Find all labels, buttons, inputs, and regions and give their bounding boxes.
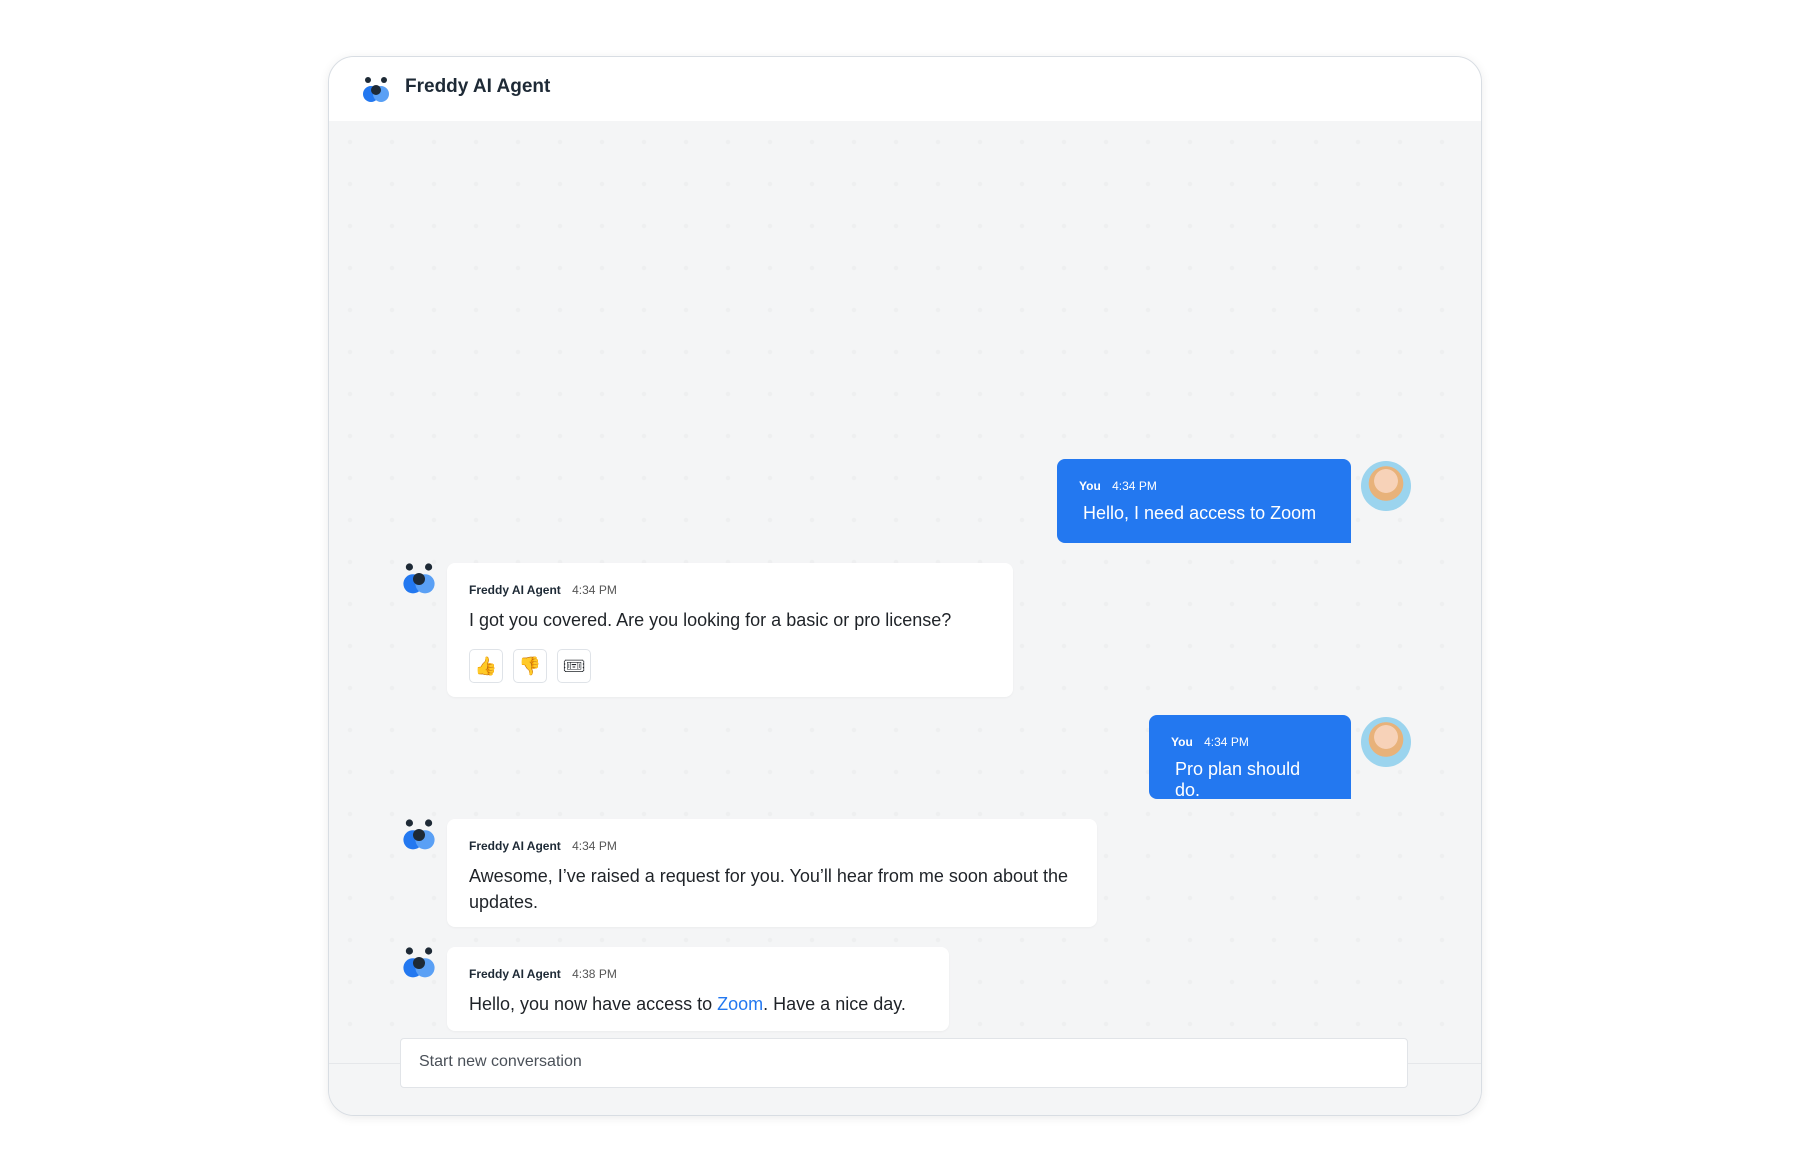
chat-window: Freddy AI Agent You 4:34 PM Hello, I nee… <box>328 56 1482 1116</box>
sender-name: You <box>1079 479 1101 493</box>
freddy-avatar-icon <box>403 819 435 850</box>
thumbs-up-button[interactable]: 👍 <box>469 649 503 683</box>
thumbs-down-button[interactable]: 👎 <box>513 649 547 683</box>
sender-name: Freddy AI Agent <box>469 839 561 853</box>
message-text: Pro plan should do. <box>1175 759 1301 800</box>
message-time: 4:34 PM <box>572 583 617 597</box>
thumbs-down-icon: 👎 <box>518 655 542 676</box>
message-list: You 4:34 PM Hello, I need access to Zoom… <box>329 121 1481 1063</box>
freddy-avatar-icon <box>403 947 435 978</box>
message-text: Hello, you now have access to Zoom. Have… <box>469 991 927 1017</box>
message-text-part: . Have a nice day. <box>763 994 906 1014</box>
sender-name: Freddy AI Agent <box>469 967 561 981</box>
new-conversation-input[interactable]: Start new conversation <box>400 1038 1408 1088</box>
message-text: Awesome, I’ve raised a request for you. … <box>469 866 1069 912</box>
feedback-buttons: 👍 👎 🎟 <box>469 649 991 683</box>
sender-name: Freddy AI Agent <box>469 583 561 597</box>
user-avatar <box>1361 717 1411 767</box>
ticket-icon: 🎟 <box>562 655 586 676</box>
bot-message-bubble: Freddy AI Agent 4:34 PM I got you covere… <box>447 563 1013 697</box>
message-time: 4:34 PM <box>572 839 617 853</box>
page-title: Freddy AI Agent <box>405 76 551 97</box>
chat-header: Freddy AI Agent <box>329 57 1481 122</box>
thumbs-up-icon: 👍 <box>474 655 498 676</box>
message-text: I got you covered. Are you looking for a… <box>469 610 952 630</box>
message-time: 4:38 PM <box>572 967 617 981</box>
sender-name: You <box>1171 735 1193 749</box>
zoom-link[interactable]: Zoom <box>717 994 763 1014</box>
message-time: 4:34 PM <box>1204 735 1249 749</box>
message-text-part: Hello, you now have access to <box>469 994 718 1014</box>
freddy-logo-icon <box>363 77 389 102</box>
user-message-bubble: You 4:34 PM Pro plan should do. <box>1149 715 1351 800</box>
raise-ticket-button[interactable]: 🎟 <box>557 649 591 683</box>
freddy-avatar-icon <box>403 563 435 594</box>
bot-message-bubble: Freddy AI Agent 4:38 PM Hello, you now h… <box>447 947 949 1031</box>
bot-message-bubble: Freddy AI Agent 4:34 PM Awesome, I’ve ra… <box>447 819 1097 927</box>
message-time: 4:34 PM <box>1112 479 1157 493</box>
user-message-bubble: You 4:34 PM Hello, I need access to Zoom <box>1057 459 1351 543</box>
message-text: Hello, I need access to Zoom <box>1083 503 1317 523</box>
user-avatar <box>1361 461 1411 511</box>
